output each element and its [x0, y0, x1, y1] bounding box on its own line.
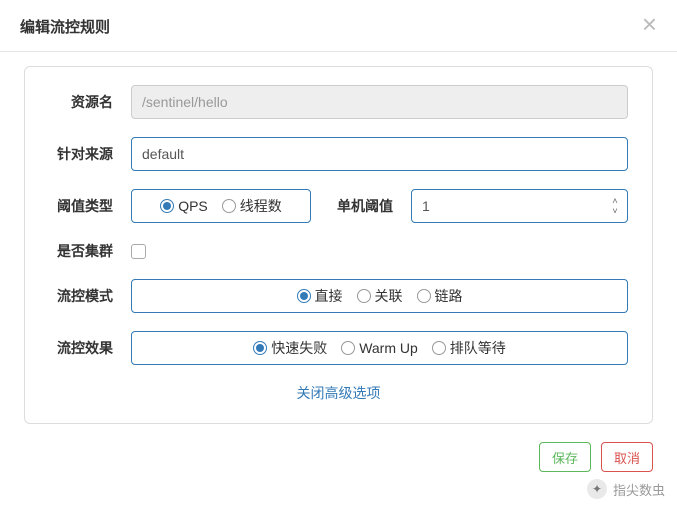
radio-dot-icon	[297, 289, 311, 303]
chevron-down-icon[interactable]: ˅	[607, 207, 623, 216]
radio-label: QPS	[178, 198, 208, 214]
wechat-icon: ✦	[587, 479, 607, 499]
modal-header: 编辑流控规则 ×	[0, 0, 677, 52]
radio-dot-icon	[341, 341, 355, 355]
spinner-buttons: ˄ ˅	[607, 193, 623, 219]
radio-label: 快速失败	[271, 338, 327, 358]
toggle-advanced-link[interactable]: 关闭高级选项	[49, 383, 628, 403]
radio-thread[interactable]: 线程数	[222, 196, 282, 216]
label-source: 针对来源	[49, 144, 131, 164]
label-effect: 流控效果	[49, 338, 131, 358]
modal-footer: 保存 取消	[0, 434, 677, 482]
close-icon[interactable]: ×	[642, 11, 657, 37]
threshold-spinner[interactable]: 1 ˄ ˅	[411, 189, 628, 223]
row-threshold: 阈值类型 QPS 线程数 单机阈值 1 ˄ ˅	[49, 189, 628, 223]
form-panel: 资源名 针对来源 阈值类型 QPS 线程数 单机阈值	[24, 66, 653, 424]
watermark: ✦ 指尖数虫	[587, 479, 665, 499]
radio-qps[interactable]: QPS	[160, 198, 208, 214]
row-effect: 流控效果 快速失败 Warm Up 排队等待	[49, 331, 628, 365]
row-resource: 资源名	[49, 85, 628, 119]
label-resource: 资源名	[49, 92, 131, 112]
effect-group: 快速失败 Warm Up 排队等待	[131, 331, 628, 365]
mode-group: 直接 关联 链路	[131, 279, 628, 313]
source-input[interactable]	[131, 137, 628, 171]
radio-mode-relate[interactable]: 关联	[357, 286, 403, 306]
spinner-value: 1	[422, 198, 430, 214]
chevron-up-icon[interactable]: ˄	[607, 197, 623, 206]
radio-label: 排队等待	[450, 338, 506, 358]
radio-label: 链路	[435, 286, 463, 306]
radio-effect-fail[interactable]: 快速失败	[253, 338, 327, 358]
radio-dot-icon	[222, 199, 236, 213]
label-mode: 流控模式	[49, 286, 131, 306]
row-mode: 流控模式 直接 关联 链路	[49, 279, 628, 313]
radio-dot-icon	[160, 199, 174, 213]
watermark-text: 指尖数虫	[613, 480, 665, 499]
row-cluster: 是否集群	[49, 241, 628, 261]
radio-mode-direct[interactable]: 直接	[297, 286, 343, 306]
row-source: 针对来源	[49, 137, 628, 171]
radio-effect-queue[interactable]: 排队等待	[432, 338, 506, 358]
label-cluster: 是否集群	[49, 241, 131, 261]
threshold-type-group: QPS 线程数	[131, 189, 311, 223]
resource-input	[131, 85, 628, 119]
radio-label: 直接	[315, 286, 343, 306]
radio-dot-icon	[417, 289, 431, 303]
radio-effect-warmup[interactable]: Warm Up	[341, 340, 418, 356]
radio-dot-icon	[432, 341, 446, 355]
radio-dot-icon	[253, 341, 267, 355]
radio-label: Warm Up	[359, 340, 418, 356]
label-single-threshold: 单机阈值	[311, 196, 411, 216]
label-threshold-type: 阈值类型	[49, 196, 131, 216]
modal-title: 编辑流控规则	[20, 16, 110, 37]
cluster-checkbox[interactable]	[131, 244, 146, 259]
radio-label: 关联	[375, 286, 403, 306]
cancel-button[interactable]: 取消	[601, 442, 653, 472]
radio-label: 线程数	[240, 196, 282, 216]
radio-mode-chain[interactable]: 链路	[417, 286, 463, 306]
radio-dot-icon	[357, 289, 371, 303]
save-button[interactable]: 保存	[539, 442, 591, 472]
